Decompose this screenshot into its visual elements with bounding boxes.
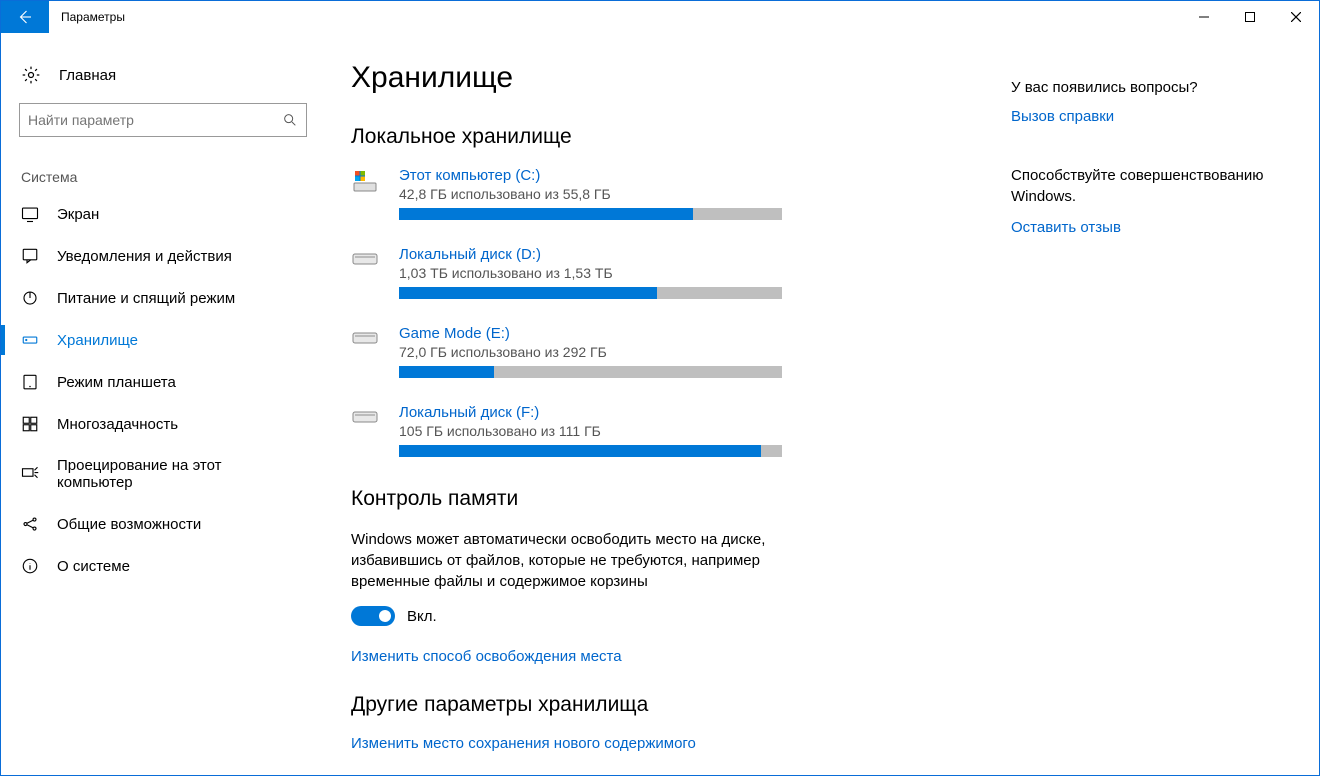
drive-body: Локальный диск (D:) 1,03 ТБ использовано… xyxy=(399,246,1011,299)
search-wrap xyxy=(1,93,321,155)
drive-usage: 1,03 ТБ использовано из 1,53 ТБ xyxy=(399,265,1011,281)
drive-bar xyxy=(399,208,782,220)
nav-list: Экран Уведомления и действия Питание и с… xyxy=(1,193,321,587)
sidebar-item-label: Проецирование на этот компьютер xyxy=(57,457,301,491)
other-storage-title: Другие параметры хранилища xyxy=(351,693,1011,717)
drive-row[interactable]: Game Mode (E:) 72,0 ГБ использовано из 2… xyxy=(351,325,1011,378)
toggle-label: Вкл. xyxy=(407,608,437,625)
maximize-button[interactable] xyxy=(1227,1,1273,33)
drive-bar xyxy=(399,445,782,457)
storage-icon xyxy=(21,331,39,349)
main-inner: Хранилище Локальное хранилище Этот компь… xyxy=(351,61,1011,752)
sidebar-item-label: Хранилище xyxy=(57,332,138,349)
drive-row[interactable]: Локальный диск (F:) 105 ГБ использовано … xyxy=(351,404,1011,457)
drive-name[interactable]: Game Mode (E:) xyxy=(399,325,1011,342)
drives-list: Этот компьютер (C:) 42,8 ГБ использовано… xyxy=(351,167,1011,457)
sidebar-item-label: Уведомления и действия xyxy=(57,248,232,265)
close-button[interactable] xyxy=(1273,1,1319,33)
window-controls xyxy=(1181,1,1319,33)
drive-bar xyxy=(399,287,782,299)
sidebar-item-label: Многозадачность xyxy=(57,416,178,433)
storage-sense-desc: Windows может автоматически освободить м… xyxy=(351,529,771,592)
tablet-icon xyxy=(21,373,39,391)
drive-row[interactable]: Локальный диск (D:) 1,03 ТБ использовано… xyxy=(351,246,1011,299)
sidebar-item-label: Режим планшета xyxy=(57,374,176,391)
help-link[interactable]: Вызов справки xyxy=(1011,108,1295,125)
questions-heading: У вас появились вопросы? xyxy=(1011,79,1295,96)
sidebar-item-notifications[interactable]: Уведомления и действия xyxy=(1,235,321,277)
drive-d-icon xyxy=(351,246,381,299)
sidebar-item-tablet[interactable]: Режим планшета xyxy=(1,361,321,403)
sidebar-section-label: Система xyxy=(1,155,321,193)
project-icon xyxy=(21,465,39,483)
sidebar-item-label: Общие возможности xyxy=(57,516,201,533)
drive-body: Локальный диск (F:) 105 ГБ использовано … xyxy=(399,404,1011,457)
sidebar-item-storage[interactable]: Хранилище xyxy=(1,319,321,361)
drive-c-icon xyxy=(351,167,381,220)
share-icon xyxy=(21,515,39,533)
drive-usage: 42,8 ГБ использовано из 55,8 ГБ xyxy=(399,186,1011,202)
arrow-left-icon xyxy=(16,8,34,26)
sidebar-item-label: Питание и спящий режим xyxy=(57,290,235,307)
titlebar: Параметры xyxy=(1,1,1319,33)
gear-icon xyxy=(21,65,41,85)
home-label: Главная xyxy=(59,67,116,84)
info-icon xyxy=(21,557,39,575)
feedback-link[interactable]: Оставить отзыв xyxy=(1011,219,1295,236)
local-storage-title: Локальное хранилище xyxy=(351,125,1011,149)
drive-name[interactable]: Локальный диск (F:) xyxy=(399,404,1011,421)
display-icon xyxy=(21,205,39,223)
notification-icon xyxy=(21,247,39,265)
drive-e-icon xyxy=(351,325,381,378)
drive-body: Game Mode (E:) 72,0 ГБ использовано из 2… xyxy=(399,325,1011,378)
main: Хранилище Локальное хранилище Этот компь… xyxy=(321,33,1011,775)
multitask-icon xyxy=(21,415,39,433)
minimize-button[interactable] xyxy=(1181,1,1227,33)
sidebar-item-power[interactable]: Питание и спящий режим xyxy=(1,277,321,319)
right-pane: У вас появились вопросы? Вызов справки С… xyxy=(1011,33,1319,775)
sidebar-item-projecting[interactable]: Проецирование на этот компьютер xyxy=(1,445,321,503)
drive-bar-fill xyxy=(399,445,761,457)
body: Главная Система Экран Уведомления и дейс… xyxy=(1,33,1319,775)
sidebar: Главная Система Экран Уведомления и дейс… xyxy=(1,33,321,775)
drive-bar xyxy=(399,366,782,378)
sidebar-item-label: Экран xyxy=(57,206,99,223)
drive-bar-fill xyxy=(399,287,657,299)
drive-body: Этот компьютер (C:) 42,8 ГБ использовано… xyxy=(399,167,1011,220)
drive-usage: 105 ГБ использовано из 111 ГБ xyxy=(399,423,1011,439)
power-icon xyxy=(21,289,39,307)
feedback-text: Способствуйте совершенствованию Windows. xyxy=(1011,165,1295,207)
drive-row[interactable]: Этот компьютер (C:) 42,8 ГБ использовано… xyxy=(351,167,1011,220)
back-button[interactable] xyxy=(1,1,49,33)
sidebar-item-display[interactable]: Экран xyxy=(1,193,321,235)
drive-usage: 72,0 ГБ использовано из 292 ГБ xyxy=(399,344,1011,360)
storage-sense-title: Контроль памяти xyxy=(351,487,1011,511)
sidebar-item-multitask[interactable]: Многозадачность xyxy=(1,403,321,445)
change-save-location-link[interactable]: Изменить место сохранения нового содержи… xyxy=(351,735,696,752)
drive-f-icon xyxy=(351,404,381,457)
sidebar-item-shared[interactable]: Общие возможности xyxy=(1,503,321,545)
drive-name[interactable]: Этот компьютер (C:) xyxy=(399,167,1011,184)
search-input[interactable] xyxy=(28,112,282,128)
titlebar-spacer xyxy=(137,1,1181,33)
drive-bar-fill xyxy=(399,208,693,220)
change-freeup-link[interactable]: Изменить способ освобождения места xyxy=(351,648,622,665)
drive-name[interactable]: Локальный диск (D:) xyxy=(399,246,1011,263)
search-box[interactable] xyxy=(19,103,307,137)
window-title: Параметры xyxy=(49,1,137,33)
toggle-row: Вкл. xyxy=(351,606,1011,626)
drive-bar-fill xyxy=(399,366,494,378)
search-icon xyxy=(282,112,298,128)
settings-window: Параметры Главная Система xyxy=(0,0,1320,776)
page-title: Хранилище xyxy=(351,61,1011,95)
home-link[interactable]: Главная xyxy=(1,57,321,93)
sidebar-item-about[interactable]: О системе xyxy=(1,545,321,587)
storage-sense-toggle[interactable] xyxy=(351,606,395,626)
sidebar-item-label: О системе xyxy=(57,558,130,575)
